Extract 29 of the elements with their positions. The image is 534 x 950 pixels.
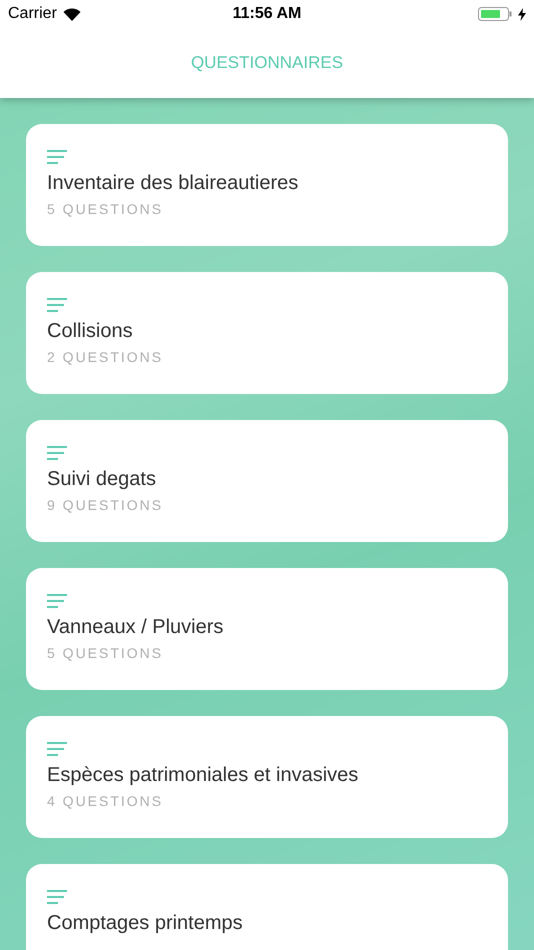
questionnaire-title: Comptages printemps bbox=[47, 912, 244, 935]
lines-icon bbox=[47, 150, 67, 164]
lines-icon bbox=[47, 890, 67, 904]
wifi-icon bbox=[62, 8, 81, 20]
questionnaire-card[interactable]: Comptages printemps bbox=[26, 864, 508, 950]
charging-icon bbox=[518, 8, 526, 20]
questionnaire-card[interactable]: Espèces patrimoniales et invasives 4 QUESTIONS bbox=[26, 716, 508, 838]
question-count: 2 QUESTIONS bbox=[47, 349, 164, 365]
questionnaire-card[interactable]: Suivi degats 9 QUESTIONS bbox=[26, 420, 508, 542]
questionnaire-title: Suivi degats bbox=[47, 468, 157, 491]
battery-icon bbox=[478, 7, 512, 21]
lines-icon bbox=[47, 446, 67, 460]
questionnaire-title: Vanneaux / Pluviers bbox=[47, 616, 224, 639]
nav-title: QUESTIONNAIRES bbox=[190, 53, 344, 73]
question-count: 5 QUESTIONS bbox=[47, 645, 164, 661]
question-count: 9 QUESTIONS bbox=[47, 497, 164, 513]
carrier-name: Carrier bbox=[8, 5, 57, 23]
questionnaire-card[interactable]: Collisions 2 QUESTIONS bbox=[26, 272, 508, 394]
questionnaire-title: Collisions bbox=[47, 320, 134, 343]
question-count: 4 QUESTIONS bbox=[47, 793, 164, 809]
questionnaire-card[interactable]: Inventaire des blaireautieres 5 QUESTIONS bbox=[26, 124, 508, 246]
questionnaire-card[interactable]: Vanneaux / Pluviers 5 QUESTIONS bbox=[26, 568, 508, 690]
questionnaire-title: Inventaire des blaireautieres bbox=[47, 172, 300, 195]
clock: 11:56 AM bbox=[232, 5, 302, 23]
lines-icon bbox=[47, 298, 67, 312]
lines-icon bbox=[47, 742, 67, 756]
lines-icon bbox=[47, 594, 67, 608]
questionnaire-title: Espèces patrimoniales et invasives bbox=[47, 764, 360, 787]
question-count: 5 QUESTIONS bbox=[47, 201, 164, 217]
